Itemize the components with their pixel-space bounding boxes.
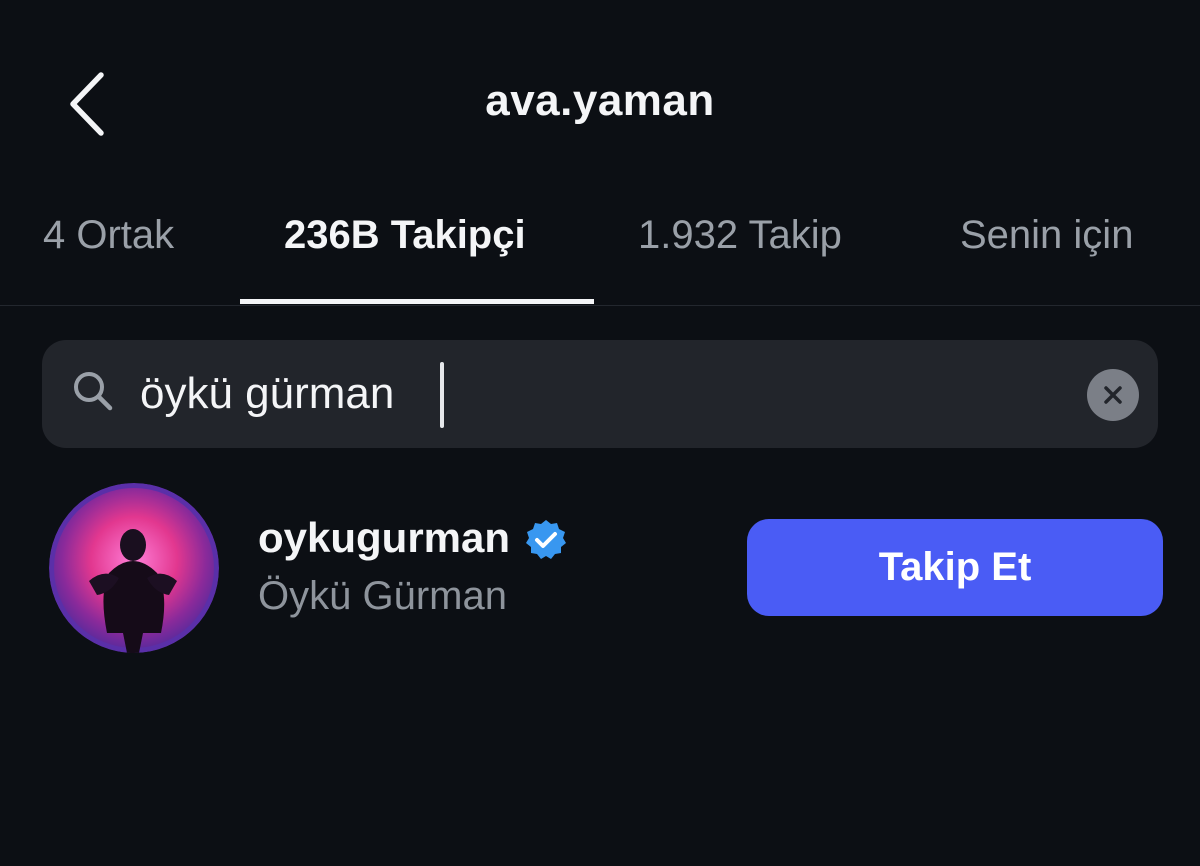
- avatar[interactable]: [49, 483, 219, 653]
- tab-bar: 4 Ortak 236B Takipçi 1.932 Takip Senin i…: [0, 195, 1200, 306]
- result-full-name: Öykü Gürman: [258, 574, 507, 618]
- tab-followers[interactable]: 236B Takipçi: [284, 213, 526, 258]
- tab-following[interactable]: 1.932 Takip: [638, 213, 842, 258]
- text-cursor: [440, 362, 444, 428]
- tab-mutual[interactable]: 4 Ortak: [43, 213, 174, 258]
- tab-for-you[interactable]: Senin için: [960, 213, 1133, 258]
- active-tab-indicator: [240, 299, 594, 304]
- follow-button[interactable]: Takip Et: [747, 519, 1163, 616]
- clear-search-button[interactable]: [1087, 369, 1139, 421]
- page-title: ava.yaman: [485, 76, 715, 125]
- verified-badge-icon: [526, 520, 566, 559]
- avatar-image: [49, 483, 219, 653]
- search-icon: [74, 372, 113, 411]
- list-item[interactable]: oykugurman Öykü Gürman Takip Et: [0, 478, 1200, 658]
- result-username[interactable]: oykugurman: [258, 514, 510, 562]
- top-bar: ava.yaman: [0, 0, 1200, 200]
- clear-icon: [1104, 386, 1122, 404]
- search-input[interactable]: [140, 358, 1040, 430]
